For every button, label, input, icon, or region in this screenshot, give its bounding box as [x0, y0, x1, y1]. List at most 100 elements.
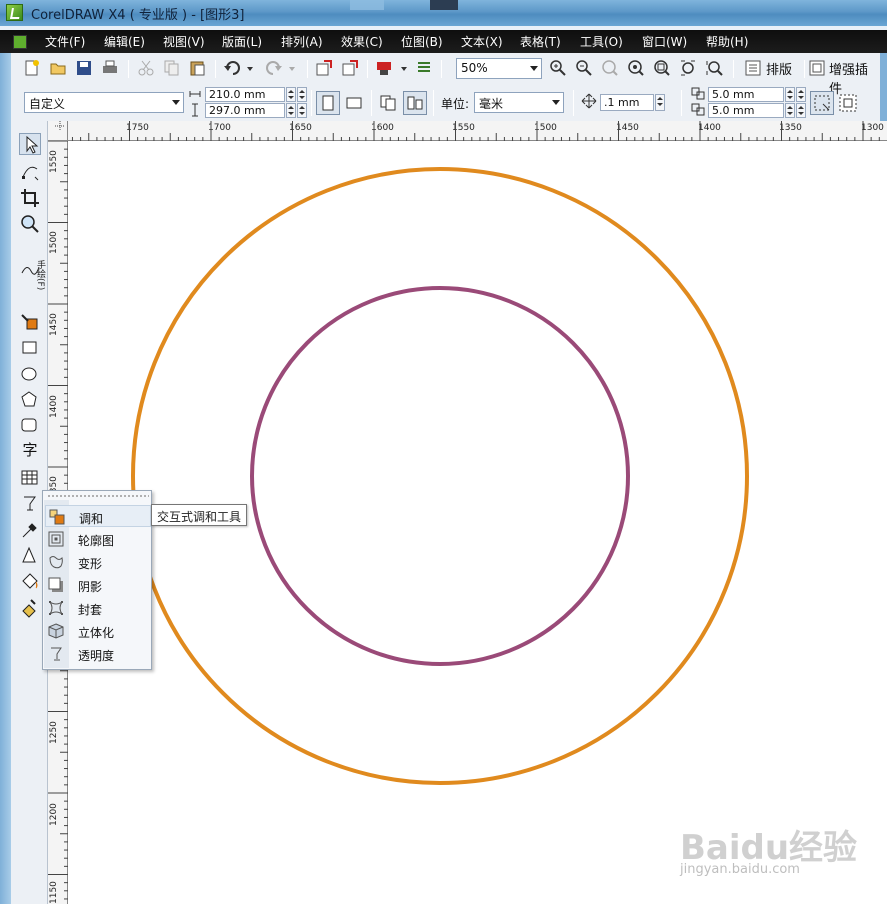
watermark-sub: jingyan.baidu.com — [680, 862, 800, 877]
print-icon[interactable] — [101, 59, 119, 77]
layout-button[interactable]: 排版 — [766, 59, 792, 78]
fill-tool-icon[interactable] — [19, 571, 41, 593]
welcome-screen-icon[interactable] — [415, 59, 433, 77]
flyout-item-transparency[interactable]: 透明度 — [45, 643, 151, 665]
zoom-tool-icon[interactable] — [19, 213, 41, 235]
table-tool-icon[interactable] — [19, 467, 41, 489]
import-icon[interactable] — [315, 59, 333, 77]
flyout-grip[interactable] — [47, 494, 149, 498]
menu-arrange[interactable]: 排列(A) — [281, 33, 323, 50]
draw-frames-button[interactable] — [837, 92, 859, 114]
zoom-combo[interactable]: 50% — [456, 58, 542, 79]
page-width-field[interactable]: 210.0 mm — [205, 87, 285, 102]
redo-dropdown-icon[interactable] — [287, 59, 297, 77]
plugin-icon[interactable] — [808, 59, 826, 77]
menu-bitmaps[interactable]: 位图(B) — [401, 33, 443, 50]
menu-effects[interactable]: 效果(C) — [341, 33, 383, 50]
document-icon[interactable] — [13, 35, 27, 49]
horizontal-ruler[interactable]: 1750 1700 1650 1600 1550 1500 1450 1400 … — [48, 121, 887, 141]
menu-help[interactable]: 帮助(H) — [706, 33, 748, 50]
undo-icon[interactable] — [223, 59, 241, 77]
zoom-page-height-icon[interactable] — [705, 59, 723, 77]
launcher-dropdown-icon[interactable] — [399, 59, 409, 77]
application-launcher-icon[interactable] — [375, 59, 393, 77]
flyout-item-distort[interactable]: 变形 — [45, 551, 151, 573]
menu-edit[interactable]: 编辑(E) — [104, 33, 145, 50]
treat-as-filled-button[interactable] — [810, 91, 834, 115]
page-height-icon — [189, 103, 201, 117]
polygon-tool-icon[interactable] — [19, 389, 41, 411]
copy-icon[interactable] — [163, 59, 181, 77]
nudge-field[interactable]: .1 mm — [600, 94, 654, 111]
layout-icon[interactable] — [744, 59, 762, 77]
width-spinner[interactable] — [286, 87, 296, 102]
flyout-item-extrude[interactable]: 立体化 — [45, 620, 151, 642]
menu-file[interactable]: 文件(F) — [45, 33, 85, 50]
outer-circle[interactable] — [131, 167, 749, 785]
new-document-icon[interactable] — [23, 59, 41, 77]
ellipse-tool-icon[interactable] — [19, 363, 41, 385]
flyout-item-label: 调和 — [79, 512, 104, 526]
menu-view[interactable]: 视图(V) — [163, 33, 205, 50]
units-combo[interactable]: 毫米 — [474, 92, 564, 113]
flyout-item-label: 变形 — [78, 557, 103, 571]
coreldraw-logo-icon — [6, 4, 23, 21]
text-tool-icon[interactable]: 字 — [19, 439, 41, 461]
dup-x-spinner[interactable] — [785, 87, 795, 102]
pick-tool-icon[interactable] — [19, 133, 41, 155]
zoom-page-icon[interactable] — [653, 59, 671, 77]
menu-layout[interactable]: 版面(L) — [222, 33, 262, 50]
zoom-selected-icon[interactable] — [601, 59, 619, 77]
save-icon[interactable] — [75, 59, 93, 77]
zoom-in-icon[interactable] — [549, 59, 567, 77]
export-icon[interactable] — [341, 59, 359, 77]
zoom-out-icon[interactable] — [575, 59, 593, 77]
title-bar: CorelDRAW X4 ( 专业版 ) - [图形3] — [0, 0, 887, 26]
undo-dropdown-icon[interactable] — [245, 59, 255, 77]
zoom-all-objects-icon[interactable] — [627, 59, 645, 77]
toolbar-separator — [128, 60, 129, 78]
basic-shapes-tool-icon[interactable] — [19, 415, 41, 437]
flyout-item-envelope[interactable]: 封套 — [45, 597, 151, 619]
ruler-origin-icon[interactable] — [48, 121, 68, 141]
open-icon[interactable] — [49, 59, 67, 77]
duplicate-x-field[interactable]: 5.0 mm — [708, 87, 784, 102]
zoom-page-width-icon[interactable] — [679, 59, 697, 77]
height-spinner[interactable] — [286, 103, 296, 118]
outline-tool-icon[interactable] — [19, 545, 41, 567]
redo-icon[interactable] — [265, 59, 283, 77]
eyedropper-tool-icon[interactable] — [19, 519, 41, 541]
menu-window[interactable]: 窗口(W) — [642, 33, 687, 50]
dup-y-spinner-2[interactable] — [796, 103, 806, 118]
flyout-item-contour[interactable]: 轮廓图 — [45, 528, 151, 550]
toolbar-separator — [371, 90, 372, 116]
menu-tools[interactable]: 工具(O) — [580, 33, 623, 50]
landscape-button[interactable] — [344, 93, 366, 113]
inner-circle[interactable] — [250, 286, 630, 666]
flyout-item-shadow[interactable]: 阴影 — [45, 574, 151, 596]
menu-table[interactable]: 表格(T) — [520, 33, 561, 50]
menu-text[interactable]: 文本(X) — [461, 33, 503, 50]
current-page-button[interactable] — [403, 91, 427, 115]
paper-preset-combo[interactable]: 自定义 — [24, 92, 184, 113]
dup-y-spinner[interactable] — [785, 103, 795, 118]
dup-x-spinner-2[interactable] — [796, 87, 806, 102]
interactive-tools-icon[interactable] — [19, 493, 41, 515]
paste-icon[interactable] — [189, 59, 207, 77]
smart-fill-tool-icon[interactable] — [19, 311, 41, 333]
toolbar-separator — [804, 60, 805, 78]
duplicate-y-field[interactable]: 5.0 mm — [708, 103, 784, 118]
all-pages-icon[interactable] — [378, 93, 400, 113]
window-title: CorelDRAW X4 ( 专业版 ) - [图形3] — [31, 8, 245, 23]
interactive-fill-tool-icon[interactable] — [19, 597, 41, 619]
shape-tool-icon[interactable] — [19, 161, 41, 183]
page-height-field[interactable]: 297.0 mm — [205, 103, 285, 118]
rectangle-tool-icon[interactable] — [19, 337, 41, 359]
crop-tool-icon[interactable] — [19, 187, 41, 209]
height-spinner-2[interactable] — [297, 103, 307, 118]
width-spinner-2[interactable] — [297, 87, 307, 102]
portrait-button[interactable] — [316, 91, 340, 115]
nudge-spinner[interactable] — [655, 94, 665, 111]
cut-icon[interactable] — [137, 59, 155, 77]
flyout-item-blend[interactable]: 调和 — [45, 505, 151, 527]
